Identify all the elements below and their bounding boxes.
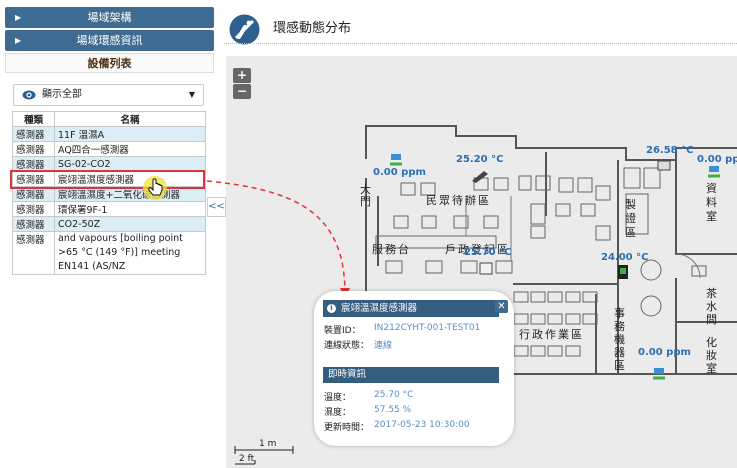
- filter-dropdown[interactable]: 顯示全部 ▼: [13, 84, 204, 106]
- temperature-sensor-icon[interactable]: [470, 169, 490, 183]
- selected-row-highlight: [10, 170, 205, 189]
- row-name: and vapours [boiling point >65 °C (149 °…: [54, 231, 206, 275]
- temperature-label: 溫度：: [324, 393, 352, 403]
- temperature-sensor-icon[interactable]: [478, 262, 494, 276]
- updated-time-label: 更新時間：: [324, 423, 370, 433]
- row-name: 環保署9F-1: [54, 201, 206, 217]
- table-row[interactable]: 感測器 CO2-50Z: [12, 216, 206, 232]
- info-icon: [229, 14, 260, 45]
- accordion-site-structure[interactable]: ▶ 場域架構: [5, 7, 214, 28]
- page-title: 環感動態分布: [273, 21, 352, 36]
- accordion-label: 場域架構: [87, 11, 132, 24]
- chevron-right-icon: ▶: [15, 13, 22, 22]
- accordion-label: 場域環感資訊: [76, 34, 143, 47]
- accordion-site-env-info[interactable]: ▶ 場域環感資訊: [5, 30, 214, 51]
- popup-header: i 宸翊溫濕度感測器: [323, 300, 499, 317]
- connection-label: 連線狀態：: [324, 341, 370, 351]
- table-row[interactable]: 感測器 環保署9F-1: [12, 201, 206, 217]
- popup-title: 宸翊溫濕度感測器: [341, 303, 418, 314]
- room-label-service: 服務台: [372, 243, 411, 256]
- reading-label: 24.00 °C: [601, 252, 649, 263]
- table-row[interactable]: 感測器 AQ四合一感測器: [12, 141, 206, 157]
- co2-sensor-icon[interactable]: [706, 164, 722, 178]
- table-row[interactable]: 感測器 and vapours [boiling point >65 °C (1…: [12, 231, 206, 275]
- chevron-right-icon: ▶: [15, 36, 22, 45]
- row-type: 感測器: [12, 141, 55, 157]
- row-type: 感測器: [12, 231, 55, 275]
- left-panel: ▶ 場域架構 ▶ 場域環感資訊 設備列表 顯示全部 ▼ 種類 名稱 感測器 11…: [0, 0, 216, 300]
- scale-meters: 1 m: [259, 439, 277, 449]
- device-id-value: IN212CYHT-001-TEST01: [374, 323, 481, 333]
- room-label-tea: 茶水間: [706, 287, 719, 326]
- collapse-panel-button[interactable]: <<: [207, 197, 226, 217]
- filter-selected: 顯示全部: [42, 89, 82, 100]
- connection-value: 連線: [374, 341, 393, 351]
- room-label-makeup: 化妝室: [706, 336, 719, 375]
- temperature-value: 25.70 °C: [374, 390, 414, 400]
- row-type: 感測器: [12, 126, 55, 142]
- header-divider: [224, 43, 737, 44]
- co2-sensor-icon[interactable]: [651, 366, 667, 380]
- close-button[interactable]: ✕: [495, 300, 508, 313]
- room-label-cert: 製證區: [625, 198, 638, 239]
- table-row[interactable]: 感測器 11F 溫濕A: [12, 126, 206, 142]
- row-name: AQ四合一感測器: [54, 141, 206, 157]
- row-type: 感測器: [12, 201, 55, 217]
- row-name: 11F 溫濕A: [54, 126, 206, 142]
- realtime-section-header: 即時資訊: [323, 367, 499, 383]
- row-type: 感測器: [12, 216, 55, 232]
- page-header: 環感動態分布: [224, 0, 737, 45]
- reading-label: 25.20 °C: [456, 154, 504, 165]
- reading-label: 25.70 °C: [464, 247, 512, 258]
- device-id-label: 裝置ID：: [324, 326, 361, 336]
- room-label-entrance: 大門: [360, 183, 373, 208]
- humidity-value: 57.55 %: [374, 405, 412, 415]
- device-table: 種類 名稱 感測器 11F 溫濕A 感測器 AQ四合一感測器 感測器 SG-02…: [12, 111, 206, 275]
- co2-sensor-icon[interactable]: [388, 152, 404, 166]
- zoom-in-button[interactable]: +: [233, 68, 251, 83]
- col-header-type: 種類: [12, 111, 55, 127]
- room-label-machine: 事務機器區: [614, 307, 627, 372]
- scale-bar: 1 m 2 ft: [233, 439, 301, 466]
- temperature-sensor-icon[interactable]: [617, 264, 629, 280]
- sensor-popup: i 宸翊溫濕度感測器 ✕ 裝置ID： IN212CYHT-001-TEST01 …: [314, 291, 514, 446]
- scale-feet: 2 ft: [239, 454, 255, 464]
- temperature-sensor-icon[interactable]: [656, 159, 672, 173]
- room-label-admin: 行政作業區: [519, 328, 584, 341]
- zoom-out-button[interactable]: −: [233, 84, 251, 99]
- room-label-lobby: 民眾待辦區: [426, 194, 491, 207]
- device-list-tab[interactable]: 設備列表: [5, 53, 214, 73]
- reading-label: 0.00 ppm: [638, 347, 691, 358]
- eye-icon: [22, 90, 36, 100]
- updated-time-value: 2017-05-23 10:30:00: [374, 420, 470, 430]
- row-name: CO2-50Z: [54, 216, 206, 232]
- room-label-records: 資料室: [706, 182, 719, 223]
- info-icon: i: [327, 304, 336, 313]
- reading-label: 0.00 ppm: [373, 167, 426, 178]
- humidity-label: 濕度：: [324, 408, 352, 418]
- hand-cursor-icon: [143, 176, 167, 200]
- chevron-down-icon: ▼: [188, 90, 195, 99]
- col-header-name: 名稱: [54, 111, 206, 127]
- reading-label: 26.58 °C: [646, 145, 694, 156]
